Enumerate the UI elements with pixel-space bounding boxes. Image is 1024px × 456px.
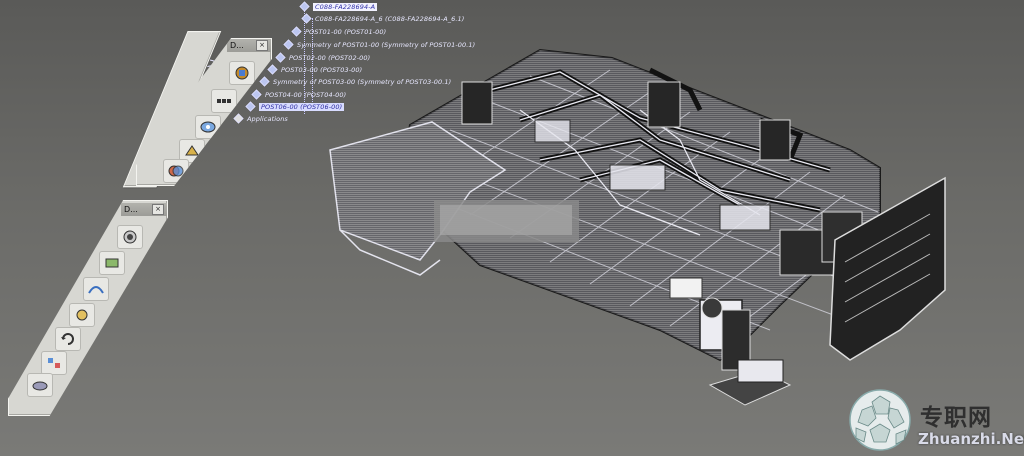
3d-viewport[interactable]: C088-FA228694-A C088-FA228694-A_6 (C088-… — [0, 0, 1024, 456]
part-icon — [291, 26, 302, 37]
toolbar-title: D... — [124, 205, 138, 214]
tree-node-post06[interactable]: POST06-00 (POST06-00) — [245, 101, 345, 112]
part-icon — [259, 76, 270, 87]
tree-node-post03[interactable]: POST03-00 (POST03-00) — [267, 64, 362, 75]
rotate-icon[interactable] — [55, 327, 81, 351]
globe-logo-icon — [849, 389, 911, 451]
simulation-icon[interactable] — [99, 251, 125, 275]
watermark-chinese: 专职网 — [920, 404, 992, 431]
tree-node-instance[interactable]: C088-FA228694-A_6 (C088-FA228694-A_6.1) — [301, 13, 464, 24]
sequence-icon[interactable] — [41, 351, 67, 375]
part-icon — [267, 64, 278, 75]
path-icon[interactable] — [83, 277, 109, 301]
tree-node-post01[interactable]: POST01-00 (POST01-00) — [291, 26, 386, 37]
tree-node-post04[interactable]: POST04-00 (POST04-00) — [251, 89, 346, 100]
close-icon[interactable]: × — [256, 40, 268, 51]
watermark-english: Zhuanzhi.Net — [918, 430, 1024, 448]
compare-icon[interactable] — [117, 225, 143, 249]
part-icon — [245, 101, 256, 112]
tree-node-symmetry-post03[interactable]: Symmetry of POST03-00 (Symmetry of POST0… — [259, 76, 451, 87]
product-icon — [299, 1, 310, 12]
tree-node-root[interactable]: C088-FA228694-A — [299, 1, 378, 12]
component-icon — [301, 13, 312, 24]
part-icon — [283, 39, 294, 50]
tree-node-symmetry-post01[interactable]: Symmetry of POST01-00 (Symmetry of POST0… — [283, 39, 475, 50]
toolbar-title: D... — [230, 41, 244, 50]
tree-node-post02[interactable]: POST02-00 (POST02-00) — [275, 52, 370, 63]
scene-icon[interactable] — [27, 373, 53, 397]
applications-icon — [233, 113, 244, 124]
close-icon[interactable]: × — [152, 204, 164, 215]
part-icon — [251, 89, 262, 100]
tree-node-applications[interactable]: Applications — [233, 113, 288, 124]
analysis-icon[interactable] — [229, 61, 255, 85]
watermark: 专职网 Zhuanzhi.Net — [824, 380, 1024, 456]
track-icon[interactable] — [69, 303, 95, 327]
part-icon — [275, 52, 286, 63]
